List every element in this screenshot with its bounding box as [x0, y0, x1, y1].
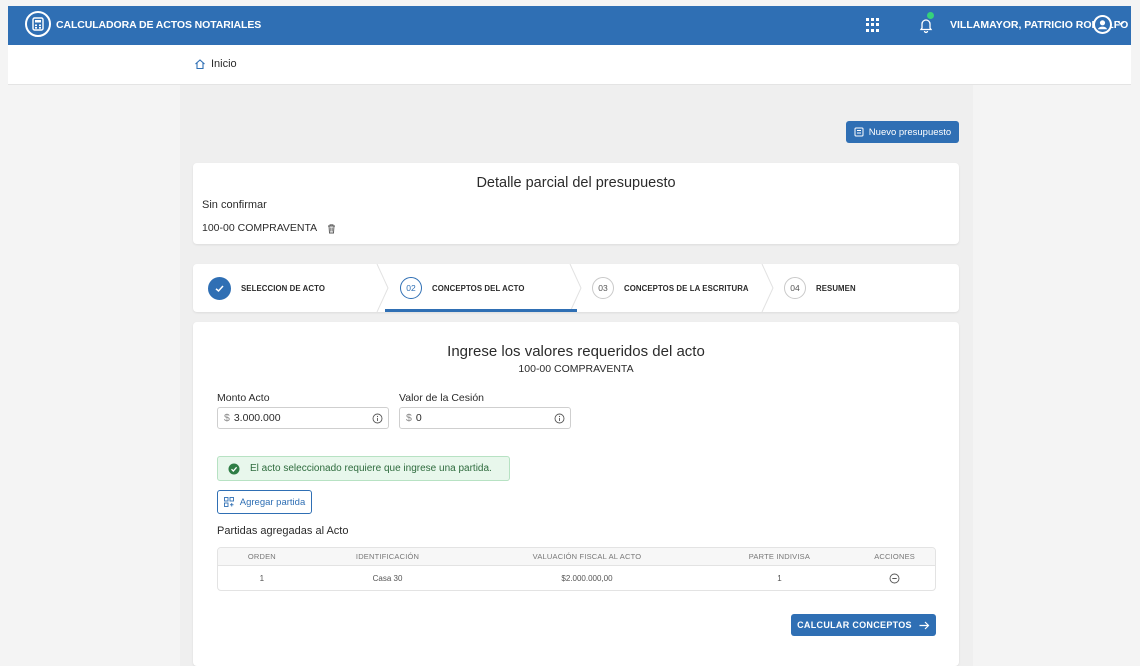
table-header: ORDEN IDENTIFICACIÓN VALUACIÓN FISCAL AL…: [218, 548, 935, 566]
cell-parte-indivisa: 1: [777, 573, 782, 583]
monto-acto-value: 3.000.000: [233, 412, 281, 424]
agregar-partida-button[interactable]: Agregar partida: [217, 490, 312, 514]
monto-acto-input[interactable]: $ 3.000.000: [217, 407, 389, 429]
acto-name: 100-00 COMPRAVENTA: [202, 222, 318, 234]
form-card: Ingrese los valores requeridos del acto …: [193, 322, 959, 666]
valor-cesion-value: 0: [415, 412, 422, 424]
user-avatar-icon[interactable]: [1093, 15, 1112, 34]
step-conceptos-escritura[interactable]: 03 CONCEPTOS DE LA ESCRITURA: [592, 264, 749, 312]
column-header-acciones: ACCIONES: [874, 552, 915, 561]
step-label: CONCEPTOS DE LA ESCRITURA: [624, 283, 749, 293]
add-grid-icon: [223, 497, 234, 507]
calculator-icon: [854, 127, 864, 137]
form-title: Ingrese los valores requeridos del acto: [447, 343, 705, 360]
calcular-conceptos-label: CALCULAR CONCEPTOS: [797, 620, 912, 630]
chevron-down-icon[interactable]: [1116, 18, 1126, 28]
calcular-conceptos-button[interactable]: CALCULAR CONCEPTOS: [791, 614, 936, 636]
valor-cesion-label: Valor de la Cesión: [399, 392, 485, 404]
partidas-table: ORDEN IDENTIFICACIÓN VALUACIÓN FISCAL AL…: [217, 547, 936, 591]
remove-circle-icon[interactable]: [889, 573, 900, 584]
column-header-identificacion: IDENTIFICACIÓN: [355, 552, 420, 561]
active-step-indicator: [385, 309, 577, 312]
arrow-right-icon: [919, 621, 930, 629]
notification-dot: [927, 12, 934, 19]
acto-line: 100-00 COMPRAVENTA: [202, 222, 337, 234]
column-header-orden: ORDEN: [247, 552, 276, 561]
cell-orden: 1: [259, 573, 265, 583]
monto-acto-label: Monto Acto: [217, 392, 270, 404]
breadcrumb-home-label[interactable]: Inicio: [211, 58, 237, 70]
step-separator: [376, 264, 389, 312]
step-number: 02: [400, 277, 422, 299]
stepper: SELECCION DE ACTO 02 CONCEPTOS DEL ACTO …: [193, 264, 959, 312]
breadcrumb-bar: [8, 45, 1131, 85]
status-text: Sin confirmar: [202, 199, 267, 211]
cell-acciones: [854, 573, 935, 584]
success-alert: El acto seleccionado requiere que ingres…: [217, 456, 510, 481]
currency-symbol: $: [406, 412, 412, 424]
step-seleccion-acto[interactable]: SELECCION DE ACTO: [208, 264, 325, 312]
check-icon: [208, 276, 231, 300]
step-number: 03: [592, 277, 614, 299]
step-number: 04: [784, 277, 806, 299]
calculator-logo-icon[interactable]: [25, 11, 51, 37]
step-conceptos-acto[interactable]: 02 CONCEPTOS DEL ACTO: [400, 264, 525, 312]
step-separator: [761, 264, 774, 312]
form-subtitle: 100-00 COMPRAVENTA: [518, 363, 634, 375]
breadcrumb[interactable]: Inicio: [194, 58, 237, 70]
detalle-card: Detalle parcial del presupuesto Sin conf…: [193, 163, 959, 244]
cell-valuacion: $2.000.000,00: [561, 573, 613, 583]
step-separator: [569, 264, 582, 312]
table-row: 1 Casa 30 $2.000.000,00 1: [218, 566, 935, 590]
info-icon[interactable]: [372, 413, 383, 424]
partidas-title: Partidas agregadas al Acto: [217, 525, 349, 537]
check-circle-icon: [228, 463, 240, 474]
step-resumen[interactable]: 04 RESUMEN: [784, 264, 856, 312]
alert-text: El acto seleccionado requiere que ingres…: [250, 463, 492, 474]
currency-symbol: $: [224, 412, 230, 424]
cell-identificacion: Casa 30: [372, 573, 403, 583]
trash-icon[interactable]: [326, 223, 337, 234]
agregar-partida-label: Agregar partida: [239, 496, 306, 508]
info-icon[interactable]: [554, 413, 565, 424]
detalle-title: Detalle parcial del presupuesto: [476, 175, 676, 191]
apps-grid-icon[interactable]: [866, 18, 880, 32]
column-header-valuacion: VALUACIÓN FISCAL AL ACTO: [532, 552, 642, 561]
valor-cesion-input[interactable]: $ 0: [399, 407, 571, 429]
step-label: SELECCION DE ACTO: [241, 283, 326, 293]
nuevo-presupuesto-button[interactable]: Nuevo presupuesto: [846, 121, 959, 143]
nuevo-presupuesto-label: Nuevo presupuesto: [868, 126, 952, 138]
home-icon: [195, 59, 205, 70]
step-label: RESUMEN: [816, 283, 856, 293]
column-header-parte-indivisa: PARTE INDIVISA: [748, 552, 811, 561]
step-label: CONCEPTOS DEL ACTO: [432, 283, 525, 293]
top-bar: CALCULADORA DE ACTOS NOTARIALES VILLAMAY…: [8, 6, 1131, 45]
bell-icon[interactable]: [917, 16, 935, 34]
app-title: CALCULADORA DE ACTOS NOTARIALES: [56, 19, 262, 31]
